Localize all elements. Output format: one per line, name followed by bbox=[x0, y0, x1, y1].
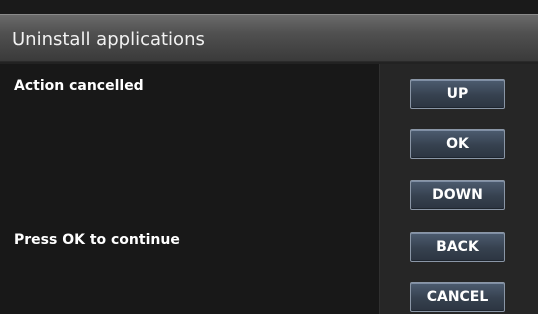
up-button[interactable]: UP bbox=[410, 79, 505, 109]
down-button[interactable]: DOWN bbox=[410, 180, 505, 210]
page-title: Uninstall applications bbox=[12, 29, 205, 50]
instruction-message: Press OK to continue bbox=[14, 232, 180, 248]
printer-control-screen: Uninstall applications Action cancelled … bbox=[0, 0, 538, 314]
ok-button[interactable]: OK bbox=[410, 129, 505, 159]
back-button[interactable]: BACK bbox=[410, 232, 505, 262]
message-panel: Action cancelled Press OK to continue bbox=[0, 64, 380, 314]
title-bar: Uninstall applications bbox=[0, 14, 538, 62]
top-strip bbox=[0, 0, 538, 14]
cancel-button[interactable]: CANCEL bbox=[410, 282, 505, 312]
button-column: UP OK DOWN BACK CANCEL bbox=[380, 64, 538, 314]
status-message: Action cancelled bbox=[14, 78, 144, 94]
